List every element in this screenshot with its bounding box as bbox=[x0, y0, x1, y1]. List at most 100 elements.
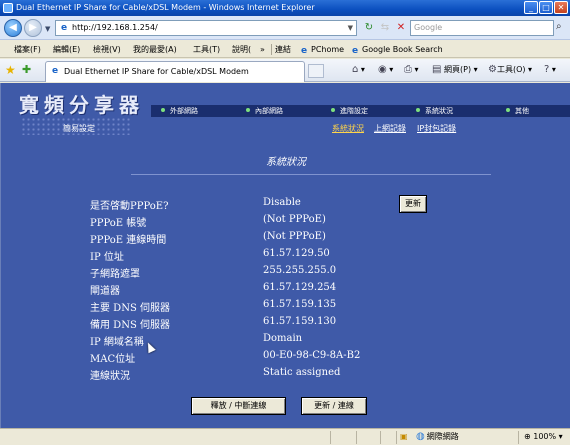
nav-bullet-icon bbox=[331, 108, 335, 112]
help-icon: ? bbox=[544, 64, 550, 75]
search-input[interactable]: Google bbox=[410, 20, 554, 36]
nav-wan-label: 外部網路 bbox=[170, 107, 198, 115]
address-dropdown-icon[interactable]: ▼ bbox=[348, 21, 353, 35]
label-pppoe-account: PPPoE 帳號 bbox=[90, 218, 147, 229]
nav-bullet-icon bbox=[506, 108, 510, 112]
status-divider bbox=[396, 431, 397, 444]
menu-bar: 檔案(F) 編輯(E) 檢視(V) 我的最愛(A) 工具(T) 說明( » 連結… bbox=[0, 41, 570, 58]
label-pppoe-time: PPPoE 連線時間 bbox=[90, 235, 167, 246]
nav-advanced[interactable]: 進階設定 bbox=[331, 105, 368, 117]
links-label: 連結 bbox=[275, 45, 291, 54]
nav-bullet-icon bbox=[416, 108, 420, 112]
page-menu[interactable]: ▤ 網頁(P) ▾ bbox=[432, 63, 478, 77]
value-pppoe-time: (Not PPPoE) bbox=[263, 231, 326, 242]
label-primary-dns: 主要 DNS 伺服器 bbox=[90, 303, 170, 314]
menu-view[interactable]: 檢視(V) bbox=[93, 41, 121, 58]
tab-bar: ★ ✚ e Dual Ethernet IP Share for Cable/x… bbox=[0, 59, 570, 82]
favorites-star-icon[interactable]: ★ bbox=[5, 63, 16, 77]
close-button[interactable]: ✕ bbox=[554, 1, 568, 14]
history-dropdown-icon[interactable]: ▼ bbox=[45, 25, 50, 33]
nav-wan[interactable]: 外部網路 bbox=[161, 105, 198, 117]
label-pppoe-enabled: 是否啓動PPPoE? bbox=[90, 201, 169, 212]
status-divider bbox=[518, 431, 519, 444]
value-pppoe-enabled: Disable bbox=[263, 197, 301, 208]
link-pchome[interactable]: e PChome bbox=[299, 41, 344, 58]
router-header: 寬頻分享器 簡易設定 外部網路 內部網路 進階設定 系統狀況 其他 系統狀況 上… bbox=[1, 83, 570, 139]
refresh-button[interactable]: 更新 bbox=[399, 195, 427, 213]
value-gateway: 61.57.129.254 bbox=[263, 282, 337, 293]
protected-mode-icon: ▣ bbox=[400, 432, 408, 441]
search-placeholder: Google bbox=[414, 23, 443, 32]
menu-tools[interactable]: 工具(T) bbox=[193, 41, 220, 58]
refresh-icon[interactable]: ⇆ bbox=[378, 21, 392, 35]
search-icon[interactable]: ⌕ bbox=[556, 21, 562, 32]
value-subnet-mask: 255.255.255.0 bbox=[263, 265, 337, 276]
nav-other[interactable]: 其他 bbox=[506, 105, 529, 117]
nav-status[interactable]: 系統狀況 bbox=[416, 105, 453, 117]
value-pppoe-account: (Not PPPoE) bbox=[263, 214, 326, 225]
sublink-packet-log[interactable]: IP封包記錄 bbox=[417, 123, 456, 134]
label-gateway: 閘道器 bbox=[90, 286, 120, 297]
link-pchome-label: PChome bbox=[311, 45, 345, 54]
tab-favicon-icon: e bbox=[51, 66, 59, 76]
link-google-book-search-label: Google Book Search bbox=[362, 45, 443, 54]
nav-status-label: 系統狀況 bbox=[425, 107, 453, 115]
nav-bullet-icon bbox=[161, 108, 165, 112]
go-icon[interactable]: ↻ bbox=[362, 21, 376, 35]
value-primary-dns: 61.57.159.135 bbox=[263, 299, 337, 310]
globe-icon: ◍ bbox=[416, 431, 425, 442]
renew-connect-button[interactable]: 更新 / 連線 bbox=[301, 397, 367, 415]
add-favorite-icon[interactable]: ✚ bbox=[22, 63, 31, 76]
stop-icon[interactable]: ✕ bbox=[394, 21, 408, 35]
menu-edit[interactable]: 編輯(E) bbox=[53, 41, 80, 58]
tab-current-page[interactable]: e Dual Ethernet IP Share for Cable/xDSL … bbox=[45, 61, 305, 82]
help-menu[interactable]: ? ▾ bbox=[544, 63, 556, 77]
nav-other-label: 其他 bbox=[515, 107, 529, 115]
menu-file[interactable]: 檔案(F) bbox=[14, 41, 41, 58]
ie-link-icon: e bbox=[300, 46, 308, 56]
value-mac-address: 00-E0-98-C9-8A-B2 bbox=[263, 350, 361, 361]
security-zone-label: 網際網路 bbox=[426, 432, 459, 441]
window-titlebar: Dual Ethernet IP Share for Cable/xDSL Mo… bbox=[0, 0, 570, 16]
value-domain-name: Domain bbox=[263, 333, 303, 344]
forward-button[interactable]: ▶ bbox=[24, 19, 42, 37]
sublink-access-log[interactable]: 上網記錄 bbox=[374, 123, 406, 134]
router-logo: 寬頻分享器 bbox=[19, 93, 144, 117]
ie-app-icon bbox=[3, 3, 13, 13]
ie-link-icon: e bbox=[351, 46, 359, 56]
security-zone[interactable]: ◍ 網際網路 bbox=[416, 429, 459, 445]
maximize-button[interactable]: □ bbox=[539, 1, 553, 14]
label-secondary-dns: 備用 DNS 伺服器 bbox=[90, 320, 170, 331]
status-bar: ▣ ◍ 網際網路 ⊕ 100% ▾ bbox=[0, 428, 570, 445]
page-icon: ▤ bbox=[432, 64, 442, 75]
menu-chevron[interactable]: » bbox=[260, 41, 265, 58]
menu-help[interactable]: 說明( bbox=[232, 41, 251, 58]
status-divider bbox=[356, 431, 357, 444]
label-connection-status: 連線狀況 bbox=[90, 371, 130, 382]
mouse-cursor-icon bbox=[144, 340, 156, 354]
address-bar[interactable]: e http://192.168.1.254/ ▼ bbox=[55, 20, 357, 36]
back-button[interactable]: ◀ bbox=[4, 19, 22, 37]
home-icon[interactable]: ⌂ ▾ bbox=[352, 63, 365, 77]
zoom-level[interactable]: ⊕ 100% ▾ bbox=[524, 429, 563, 445]
feeds-icon[interactable]: ◉ ▾ bbox=[378, 63, 393, 77]
sublink-status[interactable]: 系統狀況 bbox=[332, 123, 364, 134]
minimize-button[interactable]: _ bbox=[524, 1, 538, 14]
release-disconnect-button[interactable]: 釋放 / 中斷連線 bbox=[191, 397, 286, 415]
menu-favorites[interactable]: 我的最愛(A) bbox=[133, 41, 177, 58]
router-nav: 外部網路 內部網路 進階設定 系統狀況 其他 bbox=[151, 105, 570, 117]
page-favicon-icon: e bbox=[60, 23, 68, 33]
print-icon[interactable]: ⎙ ▾ bbox=[404, 63, 419, 77]
label-domain-name: IP 網域名稱 bbox=[90, 337, 144, 348]
menu-separator bbox=[271, 44, 272, 55]
new-tab-button[interactable] bbox=[308, 64, 324, 78]
label-mac-address: MAC位址 bbox=[90, 354, 136, 365]
tab-title: Dual Ethernet IP Share for Cable/xDSL Mo… bbox=[64, 67, 249, 76]
page-title: 系統狀況 bbox=[266, 157, 306, 168]
address-toolbar: ◀ ▶ ▼ e http://192.168.1.254/ ▼ ↻ ⇆ ✕ Go… bbox=[0, 16, 570, 40]
value-ip-address: 61.57.129.50 bbox=[263, 248, 330, 259]
tools-menu[interactable]: ⚙工具(O) ▾ bbox=[488, 63, 532, 77]
window-title: Dual Ethernet IP Share for Cable/xDSL Mo… bbox=[16, 3, 315, 12]
link-google-book-search[interactable]: e Google Book Search bbox=[350, 41, 443, 58]
nav-lan[interactable]: 內部網路 bbox=[246, 105, 283, 117]
